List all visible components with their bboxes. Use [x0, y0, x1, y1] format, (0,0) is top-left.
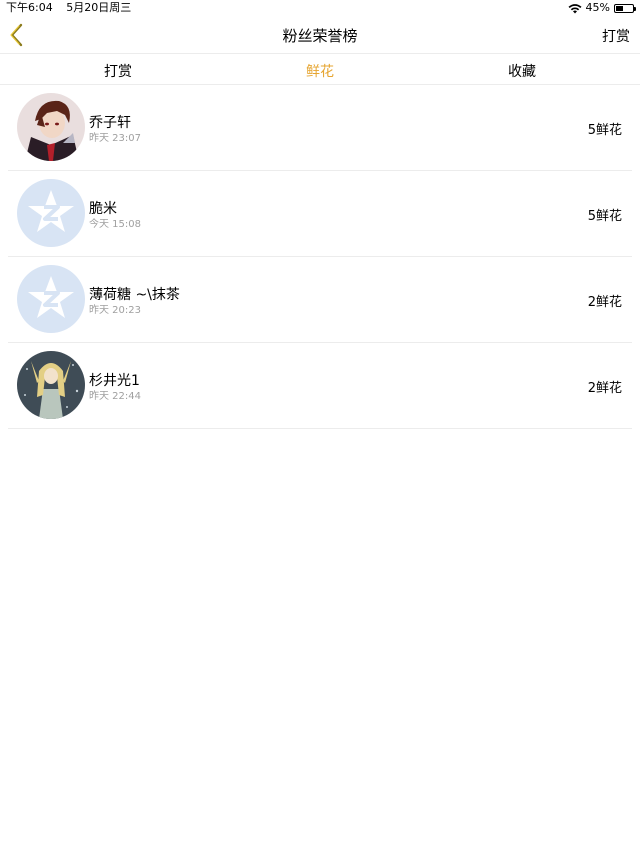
battery-icon	[614, 3, 636, 13]
flower-count: 5鲜花	[587, 123, 622, 138]
avatar[interactable]	[17, 351, 85, 419]
list-item[interactable]: 乔子轩 昨天 23:07 5鲜花	[8, 85, 632, 171]
battery-percent: 45%	[585, 1, 610, 14]
status-right: 45%	[568, 0, 636, 16]
tab-favorites[interactable]: 收藏	[462, 61, 582, 81]
nav-bar: 粉丝荣誉榜 打赏	[0, 16, 640, 54]
user-time: 昨天 23:07	[89, 133, 141, 144]
avatar[interactable]	[17, 179, 85, 247]
tab-bar: 打赏 鲜花 收藏	[0, 54, 640, 85]
list-item[interactable]: 杉井光1 昨天 22:44 2鲜花	[8, 343, 632, 429]
avatar[interactable]	[17, 265, 85, 333]
avatar[interactable]	[17, 93, 85, 161]
user-time: 昨天 22:44	[89, 391, 141, 402]
default-avatar-icon	[17, 265, 85, 333]
list-item[interactable]: 脆米 今天 15:08 5鲜花	[8, 171, 632, 257]
list-item[interactable]: 薄荷糖 ~\抹茶 昨天 20:23 2鲜花	[8, 257, 632, 343]
fan-ranking-list: 乔子轩 昨天 23:07 5鲜花 脆米 今天 15:08 5鲜花 薄荷糖 ~\抹…	[8, 85, 632, 429]
anime-boy-avatar-icon	[17, 93, 85, 161]
tab-flowers[interactable]: 鲜花	[260, 61, 380, 81]
user-time: 昨天 20:23	[89, 305, 141, 316]
status-date: 5月20日周三	[66, 1, 132, 14]
flower-count: 2鲜花	[587, 295, 622, 310]
status-left: 下午6:04 5月20日周三	[6, 0, 141, 16]
user-time: 今天 15:08	[89, 219, 141, 230]
wifi-icon	[568, 3, 582, 13]
default-avatar-icon	[17, 179, 85, 247]
flower-count: 2鲜花	[587, 381, 622, 396]
flower-count: 5鲜花	[587, 209, 622, 224]
page-title: 粉丝荣誉榜	[282, 27, 358, 45]
battery-fill	[616, 5, 624, 11]
anime-girl-avatar-icon	[17, 351, 85, 419]
tab-reward[interactable]: 打赏	[58, 61, 178, 81]
status-bar: 下午6:04 5月20日周三 45%	[0, 0, 640, 16]
reward-button[interactable]: 打赏	[602, 26, 630, 46]
status-time: 下午6:04	[6, 1, 53, 14]
